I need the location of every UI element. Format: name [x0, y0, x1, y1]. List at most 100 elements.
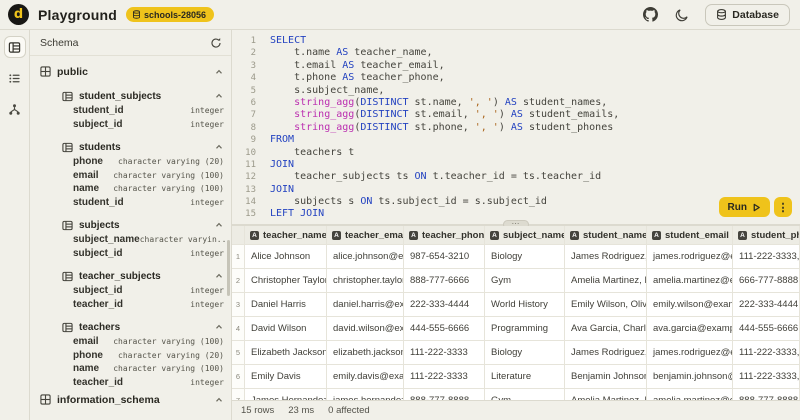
- page-title: Playground: [38, 7, 117, 23]
- table-cell[interactable]: 444-555-6666: [404, 317, 485, 341]
- table-cell[interactable]: daniel.harris@exan: [327, 293, 404, 317]
- chevron-up-icon[interactable]: [215, 396, 231, 404]
- code-text: string_agg(DISTINCT st.name, ', ') AS st…: [256, 97, 607, 109]
- table-cell[interactable]: Gym: [485, 389, 565, 400]
- table-cell[interactable]: James Rodriguez, M: [565, 341, 647, 365]
- table-cell[interactable]: David Wilson: [245, 317, 327, 341]
- column-header[interactable]: Asubject_name: [485, 226, 565, 245]
- column-header[interactable]: Astudent_name: [565, 226, 647, 245]
- table-cell[interactable]: james.hernandez@: [327, 389, 404, 400]
- chevron-up-icon[interactable]: [215, 143, 231, 151]
- code-line[interactable]: 12 teacher_subjects ts ON t.teacher_id =…: [232, 171, 800, 183]
- table-cell[interactable]: christopher.taylor@: [327, 269, 404, 293]
- sidebar-schema-item[interactable]: public: [30, 63, 231, 80]
- table-cell[interactable]: Daniel Harris: [245, 293, 327, 317]
- table-cell[interactable]: Elizabeth Jackson: [245, 341, 327, 365]
- dark-mode-moon-icon[interactable]: [673, 6, 691, 24]
- table-cell[interactable]: 444-555-6666: [733, 317, 800, 341]
- table-cell[interactable]: Alice Johnson: [245, 245, 327, 269]
- code-line[interactable]: 6 string_agg(DISTINCT st.name, ', ') AS …: [232, 97, 800, 109]
- column-header[interactable]: Astudent_phones: [733, 226, 800, 245]
- table-cell[interactable]: 111-222-3333, 5: [733, 341, 800, 365]
- table-cell[interactable]: 666-777-8888,: [733, 269, 800, 293]
- table-cell[interactable]: World History: [485, 293, 565, 317]
- sidebar-table-item[interactable]: teacher_subjects: [30, 268, 231, 284]
- table-cell[interactable]: amelia.martinez@e: [647, 269, 733, 293]
- database-badge[interactable]: schools-28056: [126, 7, 214, 22]
- code-line[interactable]: 11JOIN: [232, 159, 800, 171]
- table-cell[interactable]: 888-777-8888: [404, 389, 485, 400]
- code-line[interactable]: 4 t.phone AS teacher_phone,: [232, 72, 800, 84]
- schema-panel-icon[interactable]: [4, 36, 26, 58]
- column-name: teacher_id: [73, 377, 123, 388]
- table-cell[interactable]: Biology: [485, 245, 565, 269]
- schema-grid-icon: [40, 394, 51, 405]
- sidebar-table-item[interactable]: students: [30, 139, 231, 155]
- chevron-up-icon[interactable]: [215, 221, 231, 229]
- code-line[interactable]: 3 t.email AS teacher_email,: [232, 60, 800, 72]
- sidebar-scrollbar[interactable]: [227, 240, 230, 296]
- table-cell[interactable]: ava.garcia@examp: [647, 317, 733, 341]
- table-cell[interactable]: alice.johnson@exa: [327, 245, 404, 269]
- table-cell[interactable]: 888-777-6666: [404, 269, 485, 293]
- queries-list-icon[interactable]: [4, 67, 26, 89]
- code-line[interactable]: 5 s.subject_name,: [232, 85, 800, 97]
- relations-graph-icon[interactable]: [4, 98, 26, 120]
- chevron-up-icon[interactable]: [215, 68, 231, 76]
- code-line[interactable]: 1SELECT: [232, 35, 800, 47]
- table-cell[interactable]: Emily Davis: [245, 365, 327, 389]
- table-cell[interactable]: 987-654-3210: [404, 245, 485, 269]
- code-line[interactable]: 13JOIN: [232, 184, 800, 196]
- table-cell[interactable]: 111-222-3333, 5: [733, 245, 800, 269]
- github-icon[interactable]: [641, 6, 659, 24]
- table-cell[interactable]: Benjamin Johnson,: [565, 365, 647, 389]
- table-cell[interactable]: Amelia Martinez, Is: [565, 269, 647, 293]
- code-line[interactable]: 8 string_agg(DISTINCT st.phone, ', ') AS…: [232, 122, 800, 134]
- table-cell[interactable]: Literature: [485, 365, 565, 389]
- table-cell[interactable]: elizabeth.jackson@: [327, 341, 404, 365]
- table-cell[interactable]: david.wilson@exam: [327, 317, 404, 341]
- sidebar-column-item: subject_idinteger: [30, 247, 231, 261]
- table-cell[interactable]: James Hernandez: [245, 389, 327, 400]
- table-cell[interactable]: Programming: [485, 317, 565, 341]
- table-cell[interactable]: Christopher Taylor: [245, 269, 327, 293]
- code-line[interactable]: 7 string_agg(DISTINCT st.email, ', ') AS…: [232, 109, 800, 121]
- code-line[interactable]: 10 teachers t: [232, 147, 800, 159]
- sql-editor[interactable]: 1SELECT2 t.name AS teacher_name,3 t.emai…: [232, 30, 800, 224]
- table-cell[interactable]: amelia.martinez@e: [647, 389, 733, 400]
- table-cell[interactable]: Amelia Martinez, Is: [565, 389, 647, 400]
- column-header[interactable]: Ateacher_name: [245, 226, 327, 245]
- run-button[interactable]: Run: [719, 197, 770, 217]
- table-cell[interactable]: 111-222-3333,: [733, 365, 800, 389]
- table-cell[interactable]: Biology: [485, 341, 565, 365]
- database-button[interactable]: Database: [705, 4, 790, 26]
- refresh-icon[interactable]: [209, 36, 223, 50]
- table-cell[interactable]: emily.davis@examp: [327, 365, 404, 389]
- table-cell[interactable]: 222-333-4444,: [733, 293, 800, 317]
- code-line[interactable]: 14 subjects s ON ts.subject_id = s.subje…: [232, 196, 800, 208]
- table-cell[interactable]: Emily Wilson, Olivia: [565, 293, 647, 317]
- table-cell[interactable]: benjamin.johnson@: [647, 365, 733, 389]
- run-options-kebab-icon[interactable]: ⋮: [774, 197, 792, 217]
- table-cell[interactable]: james.rodriguez@e: [647, 245, 733, 269]
- table-cell[interactable]: Gym: [485, 269, 565, 293]
- table-cell[interactable]: 111-222-3333: [404, 341, 485, 365]
- column-header[interactable]: Astudent_email: [647, 226, 733, 245]
- table-cell[interactable]: 888-777-8888,: [733, 389, 800, 400]
- code-line[interactable]: 2 t.name AS teacher_name,: [232, 47, 800, 59]
- table-cell[interactable]: emily.wilson@exam: [647, 293, 733, 317]
- column-header[interactable]: Ateacher_email: [327, 226, 404, 245]
- table-cell[interactable]: 111-222-3333: [404, 365, 485, 389]
- table-cell[interactable]: james.rodriguez@e: [647, 341, 733, 365]
- sidebar-table-item[interactable]: teachers: [30, 319, 231, 335]
- sidebar-schema-item[interactable]: information_schema: [30, 391, 231, 408]
- table-cell[interactable]: James Rodriguez, M: [565, 245, 647, 269]
- table-cell[interactable]: 222-333-4444: [404, 293, 485, 317]
- sidebar-table-item[interactable]: student_subjects: [30, 88, 231, 104]
- column-header[interactable]: Ateacher_phone: [404, 226, 485, 245]
- table-cell[interactable]: Ava Garcia, Charlot: [565, 317, 647, 341]
- code-line[interactable]: 9FROM: [232, 134, 800, 146]
- sidebar-table-item[interactable]: subjects: [30, 217, 231, 233]
- chevron-up-icon[interactable]: [215, 92, 231, 100]
- chevron-up-icon[interactable]: [215, 323, 231, 331]
